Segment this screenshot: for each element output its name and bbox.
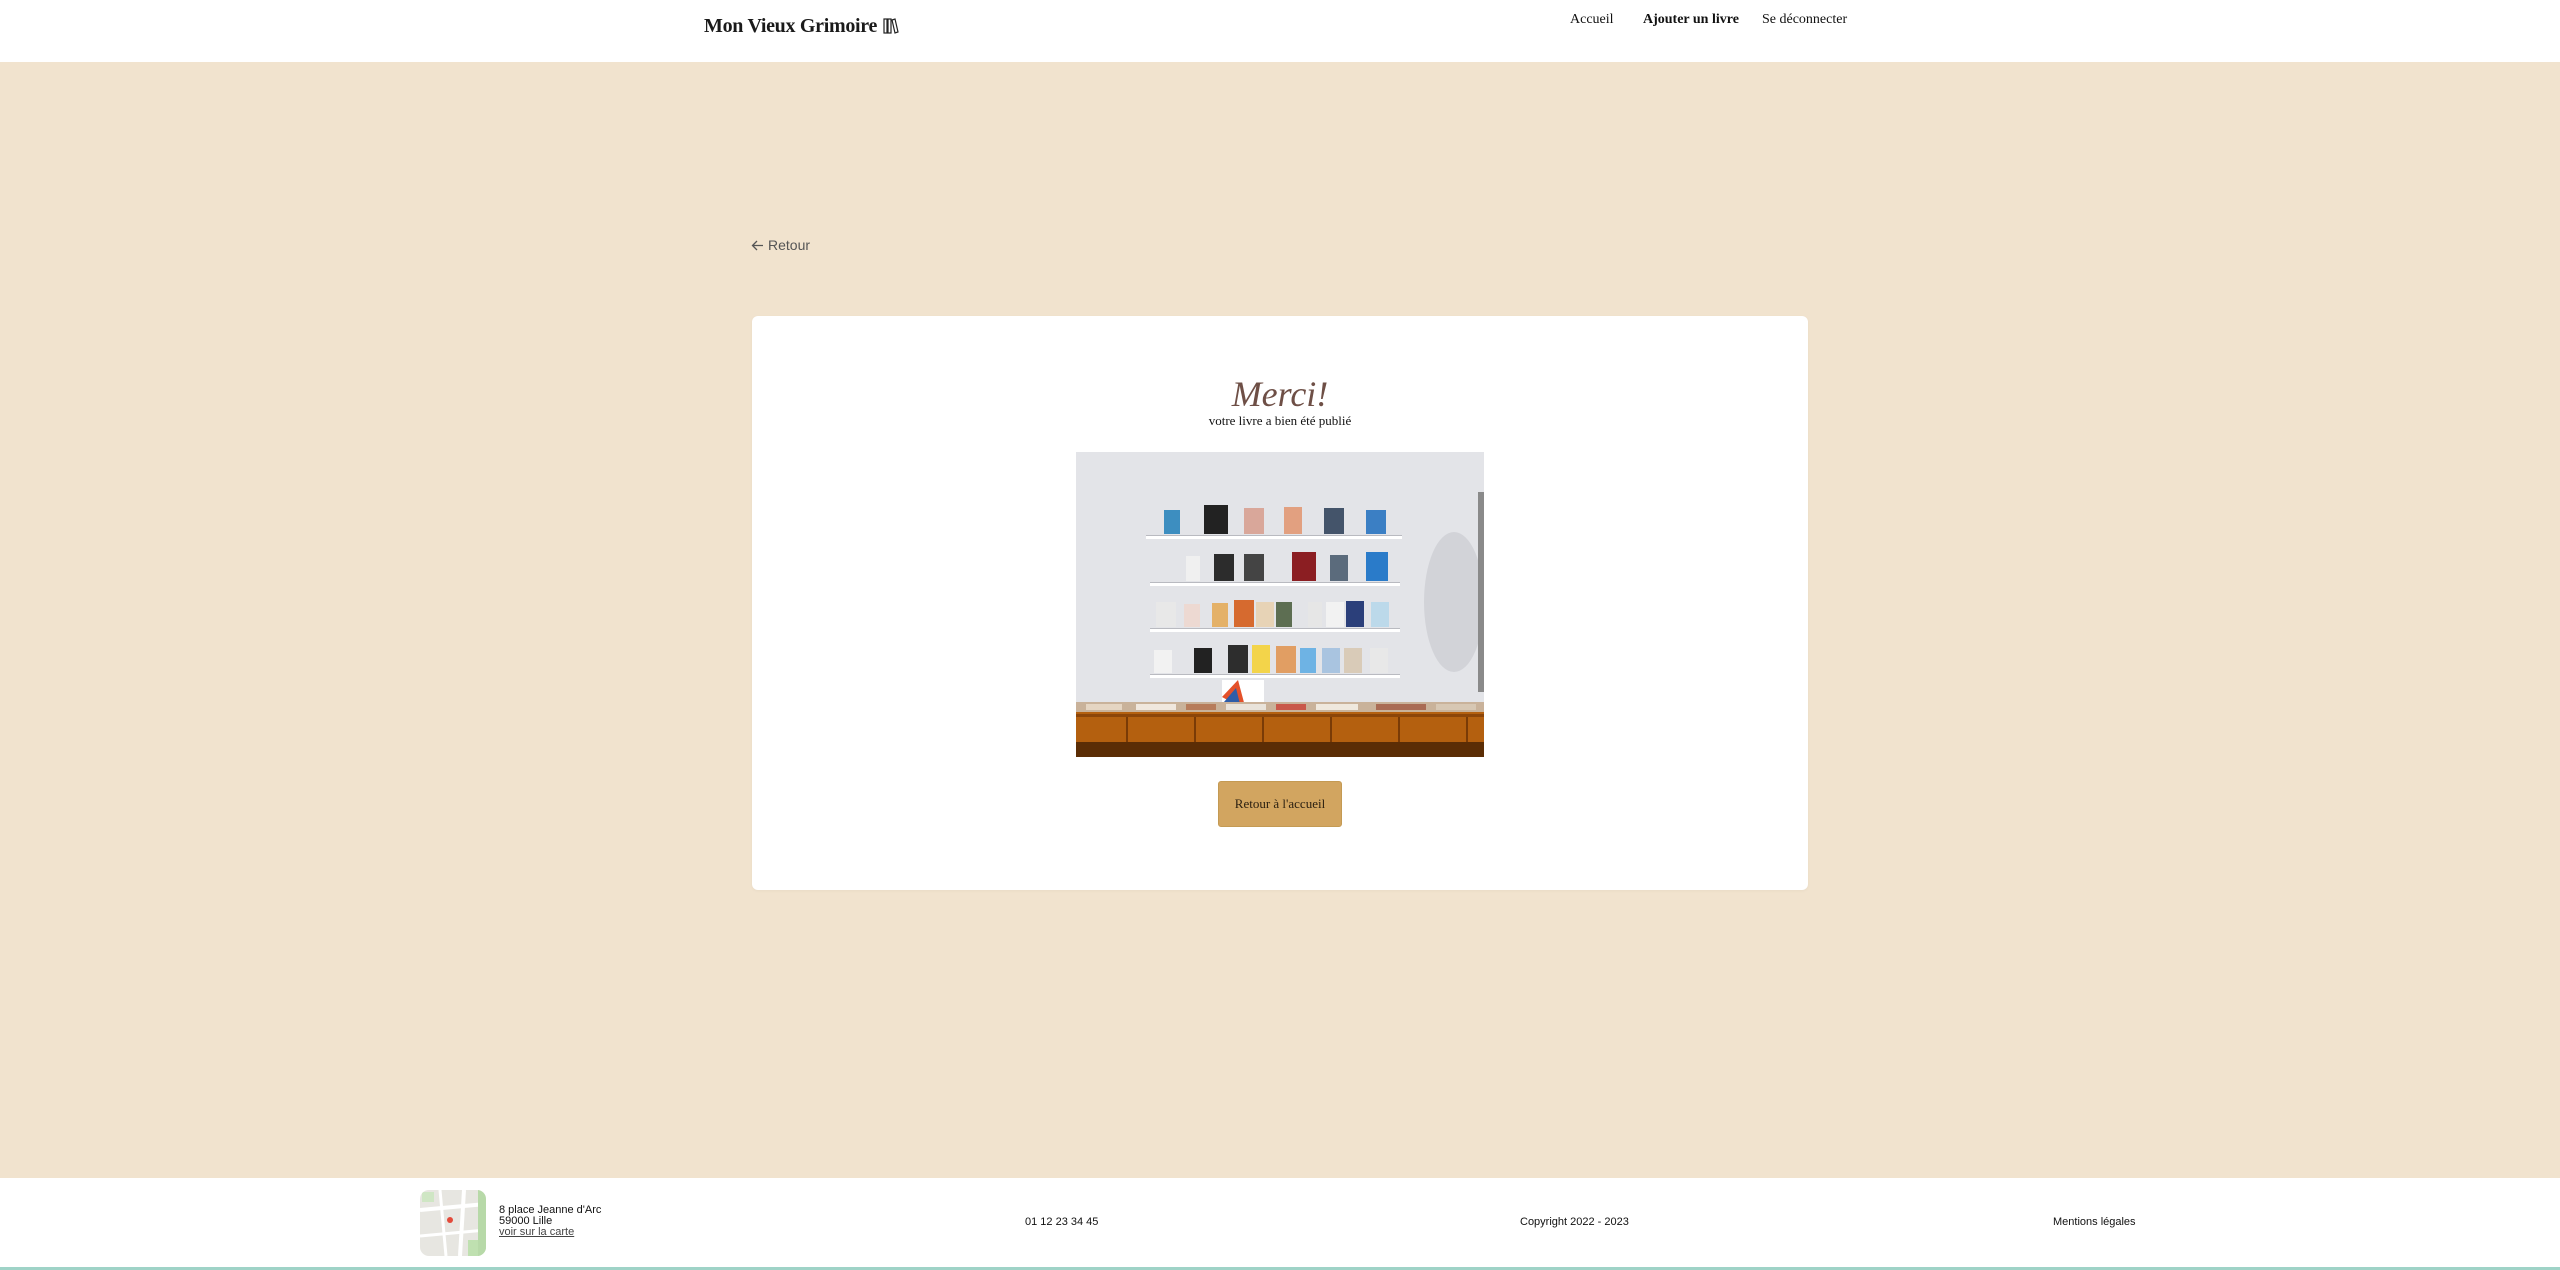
top-navbar: Mon Vieux Grimoire Accueil Ajouter un li…	[0, 0, 2560, 62]
logo-text: Mon Vieux Grimoire	[704, 14, 878, 37]
nav-home-link[interactable]: Accueil	[1570, 12, 1614, 32]
nav-add-book-link[interactable]: Ajouter un livre	[1643, 12, 1739, 32]
book-icon	[883, 17, 899, 35]
nav-logout-link[interactable]: Se déconnecter	[1762, 12, 1847, 32]
confirmation-title: Merci!	[1231, 374, 1329, 414]
site-footer: 8 place Jeanne d'Arc 59000 Lille voir su…	[0, 1178, 2560, 1270]
confirmation-card: Merci! votre livre a bien été publié Ret…	[752, 316, 1808, 890]
footer-phone: 01 12 23 34 45	[1025, 1216, 1099, 1228]
back-to-home-button[interactable]: Retour à l'accueil	[1218, 781, 1342, 827]
site-logo[interactable]: Mon Vieux Grimoire	[704, 13, 899, 39]
footer-address: 8 place Jeanne d'Arc 59000 Lille voir su…	[499, 1205, 601, 1238]
confirmation-subtitle: votre livre a bien été publié	[1208, 413, 1352, 428]
footer-copyright: Copyright 2022 - 2023	[1520, 1216, 1629, 1228]
legal-notice-link[interactable]: Mentions légales	[2053, 1216, 2136, 1228]
bookshelf-photo	[1076, 452, 1484, 757]
back-link-label: Retour	[768, 237, 811, 253]
arrow-left-icon	[751, 240, 763, 250]
map-link[interactable]: voir sur la carte	[499, 1227, 601, 1238]
map-thumbnail[interactable]	[420, 1190, 486, 1256]
back-link[interactable]: Retour	[751, 235, 810, 255]
